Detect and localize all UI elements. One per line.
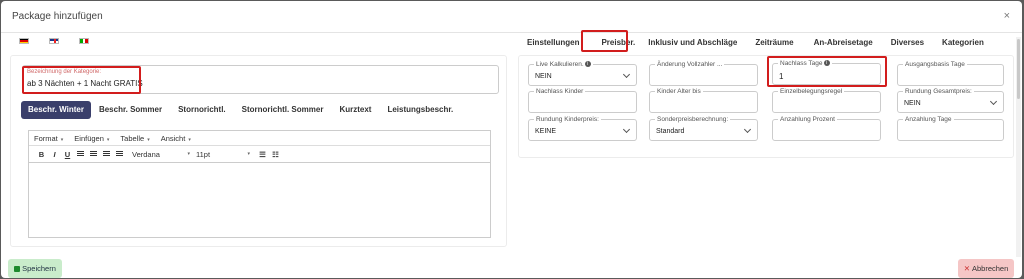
live-kalkulieren-label: Live Kalkulieren.	[536, 61, 584, 68]
tab-beschr-sommer[interactable]: Beschr. Sommer	[91, 101, 170, 119]
kinder-alter-input[interactable]: Kinder Alter bis	[649, 87, 758, 113]
modal-title: Package hinzufügen	[12, 11, 103, 22]
numbered-list-icon[interactable]: ☷	[269, 150, 282, 159]
nachlass-kinder-input[interactable]: Nachlass Kinder	[528, 87, 637, 113]
align-left-icon[interactable]	[74, 151, 87, 157]
nachlass-tage-value: 1	[779, 72, 784, 81]
chevron-down-icon	[743, 125, 752, 134]
tab-beschr-winter[interactable]: Beschr. Winter	[21, 101, 91, 119]
anzahlung-tage-input[interactable]: Anzahlung Tage	[897, 115, 1004, 141]
aenderung-vollzahler-input[interactable]: Änderung Vollzahler ...	[649, 60, 758, 86]
rundung-gesamtpreis-select[interactable]: Rundung Gesamtpreis: NEIN	[897, 87, 1004, 113]
tab-stornorichtl-sommer[interactable]: Stornorichtl. Sommer	[234, 101, 332, 119]
tab-an-abreisetage[interactable]: An-Abreisetage	[814, 38, 873, 47]
modal-scrollbar[interactable]	[1016, 37, 1021, 257]
save-button[interactable]: Speichern	[8, 259, 62, 278]
tab-zeitraeume[interactable]: Zeiträume	[755, 38, 793, 47]
info-icon: i	[584, 61, 591, 68]
font-family-select[interactable]: Verdana ▾	[132, 150, 190, 159]
de-flag-icon[interactable]	[19, 38, 29, 44]
it-flag-icon[interactable]	[79, 38, 89, 44]
chevron-down-icon: ▾	[188, 136, 191, 143]
menu-einfuegen[interactable]: Einfügen ▾	[74, 134, 109, 143]
category-name-field[interactable]: Bezeichnung der Kategorie: ab 3 Nächten …	[22, 65, 499, 94]
align-right-icon[interactable]	[100, 151, 113, 157]
tab-kurztext[interactable]: Kurztext	[331, 101, 379, 119]
anzahlung-prozent-label: Anzahlung Prozent	[778, 115, 837, 124]
chevron-down-icon: ▾	[60, 136, 64, 143]
einzelbelegungsregel-input[interactable]: Einzelbelegungsregel	[772, 87, 881, 113]
italic-button[interactable]: I	[48, 150, 61, 159]
package-modal: Package hinzufügen × Bezeichnung der Kat…	[1, 1, 1022, 278]
close-icon[interactable]: ×	[1004, 10, 1010, 22]
anzahlung-prozent-input[interactable]: Anzahlung Prozent	[772, 115, 881, 141]
tab-preisber[interactable]: Preisber.	[601, 38, 635, 47]
editor-content[interactable]	[29, 163, 490, 233]
sonderpreisberechnung-value: Standard	[656, 128, 685, 135]
font-size-select[interactable]: 11pt ▾	[196, 150, 250, 159]
chevron-down-icon	[622, 125, 631, 134]
live-kalkulieren-value: NEIN	[535, 73, 552, 80]
aenderung-vollzahler-label: Änderung Vollzahler ...	[655, 60, 725, 69]
category-name-label: Bezeichnung der Kategorie:	[27, 69, 102, 75]
bullet-list-icon[interactable]: ☰	[256, 150, 269, 159]
save-button-label: Speichern	[22, 264, 56, 273]
menu-format[interactable]: Format ▾	[34, 134, 63, 143]
einzelbelegungsregel-label: Einzelbelegungsregel	[778, 87, 845, 96]
language-switcher	[19, 38, 89, 44]
anzahlung-tage-label: Anzahlung Tage	[903, 115, 954, 124]
chevron-down-icon	[622, 70, 631, 79]
chevron-down-icon	[989, 97, 998, 106]
rundung-gesamtpreis-label: Rundung Gesamtpreis:	[903, 87, 974, 96]
info-icon: i	[823, 60, 830, 67]
live-kalkulieren-select[interactable]: Live Kalkulieren. i NEIN	[528, 60, 637, 86]
tab-stornorichtl[interactable]: Stornorichtl.	[170, 101, 234, 119]
gb-flag-icon[interactable]	[49, 38, 59, 44]
nachlass-tage-input[interactable]: Nachlass Tage i 1	[772, 59, 881, 85]
modal-header: Package hinzufügen ×	[1, 1, 1022, 33]
tab-einstellungen[interactable]: Einstellungen	[527, 38, 579, 47]
category-name-value[interactable]: ab 3 Nächten + 1 Nacht GRATIS	[27, 79, 494, 88]
ausgangsbasis-tage-input[interactable]: Ausgangsbasis Tage	[897, 60, 1004, 86]
rich-text-editor: Format ▾ Einfügen ▾ Tabelle ▾ Ansicht ▾ B I …	[28, 130, 491, 238]
tab-diverses[interactable]: Diverses	[891, 38, 924, 47]
chevron-down-icon: ▾	[187, 151, 190, 157]
cancel-button[interactable]: ✕ Abbrechen	[958, 259, 1014, 278]
bold-button[interactable]: B	[35, 150, 48, 159]
underline-button[interactable]: U	[61, 150, 74, 159]
sonderpreisberechnung-select[interactable]: Sonderpreisberechnung: Standard	[649, 115, 758, 141]
chevron-down-icon: ▾	[147, 136, 150, 143]
ausgangsbasis-tage-label: Ausgangsbasis Tage	[903, 60, 967, 69]
save-icon	[14, 265, 21, 272]
settings-tabs: Einstellungen Preisber. Inklusiv und Abs…	[519, 32, 984, 52]
nachlass-kinder-label: Nachlass Kinder	[534, 87, 586, 96]
rundung-kinderpreis-value: KEINE	[535, 128, 557, 135]
menu-tabelle[interactable]: Tabelle ▾	[120, 134, 149, 143]
chevron-down-icon: ▾	[106, 136, 110, 143]
kinder-alter-label: Kinder Alter bis	[655, 87, 703, 96]
tab-kategorien[interactable]: Kategorien	[942, 38, 984, 47]
rundung-kinderpreis-label: Rundung Kinderpreis:	[534, 115, 601, 124]
editor-menubar: Format ▾ Einfügen ▾ Tabelle ▾ Ansicht ▾	[29, 131, 490, 146]
editor-toolbar: B I U Verdana ▾ 11pt ▾ ☰ ☷	[29, 146, 490, 163]
align-center-icon[interactable]	[87, 151, 100, 157]
description-tabs: Beschr. Winter Beschr. Sommer Stornorich…	[21, 101, 461, 119]
nachlass-tage-label: Nachlass Tage	[780, 60, 823, 67]
rundung-gesamtpreis-value: NEIN	[904, 100, 921, 107]
menu-ansicht[interactable]: Ansicht ▾	[161, 134, 191, 143]
chevron-down-icon: ▾	[247, 151, 250, 157]
tab-leistungsbeschr[interactable]: Leistungsbeschr.	[379, 101, 461, 119]
cancel-button-label: Abbrechen	[972, 264, 1009, 273]
sonderpreisberechnung-label: Sonderpreisberechnung:	[655, 115, 731, 124]
align-justify-icon[interactable]	[113, 151, 126, 157]
tab-inklusiv[interactable]: Inklusiv und Abschläge	[648, 38, 737, 47]
rundung-kinderpreis-select[interactable]: Rundung Kinderpreis: KEINE	[528, 115, 637, 141]
close-icon: ✕	[963, 264, 970, 273]
